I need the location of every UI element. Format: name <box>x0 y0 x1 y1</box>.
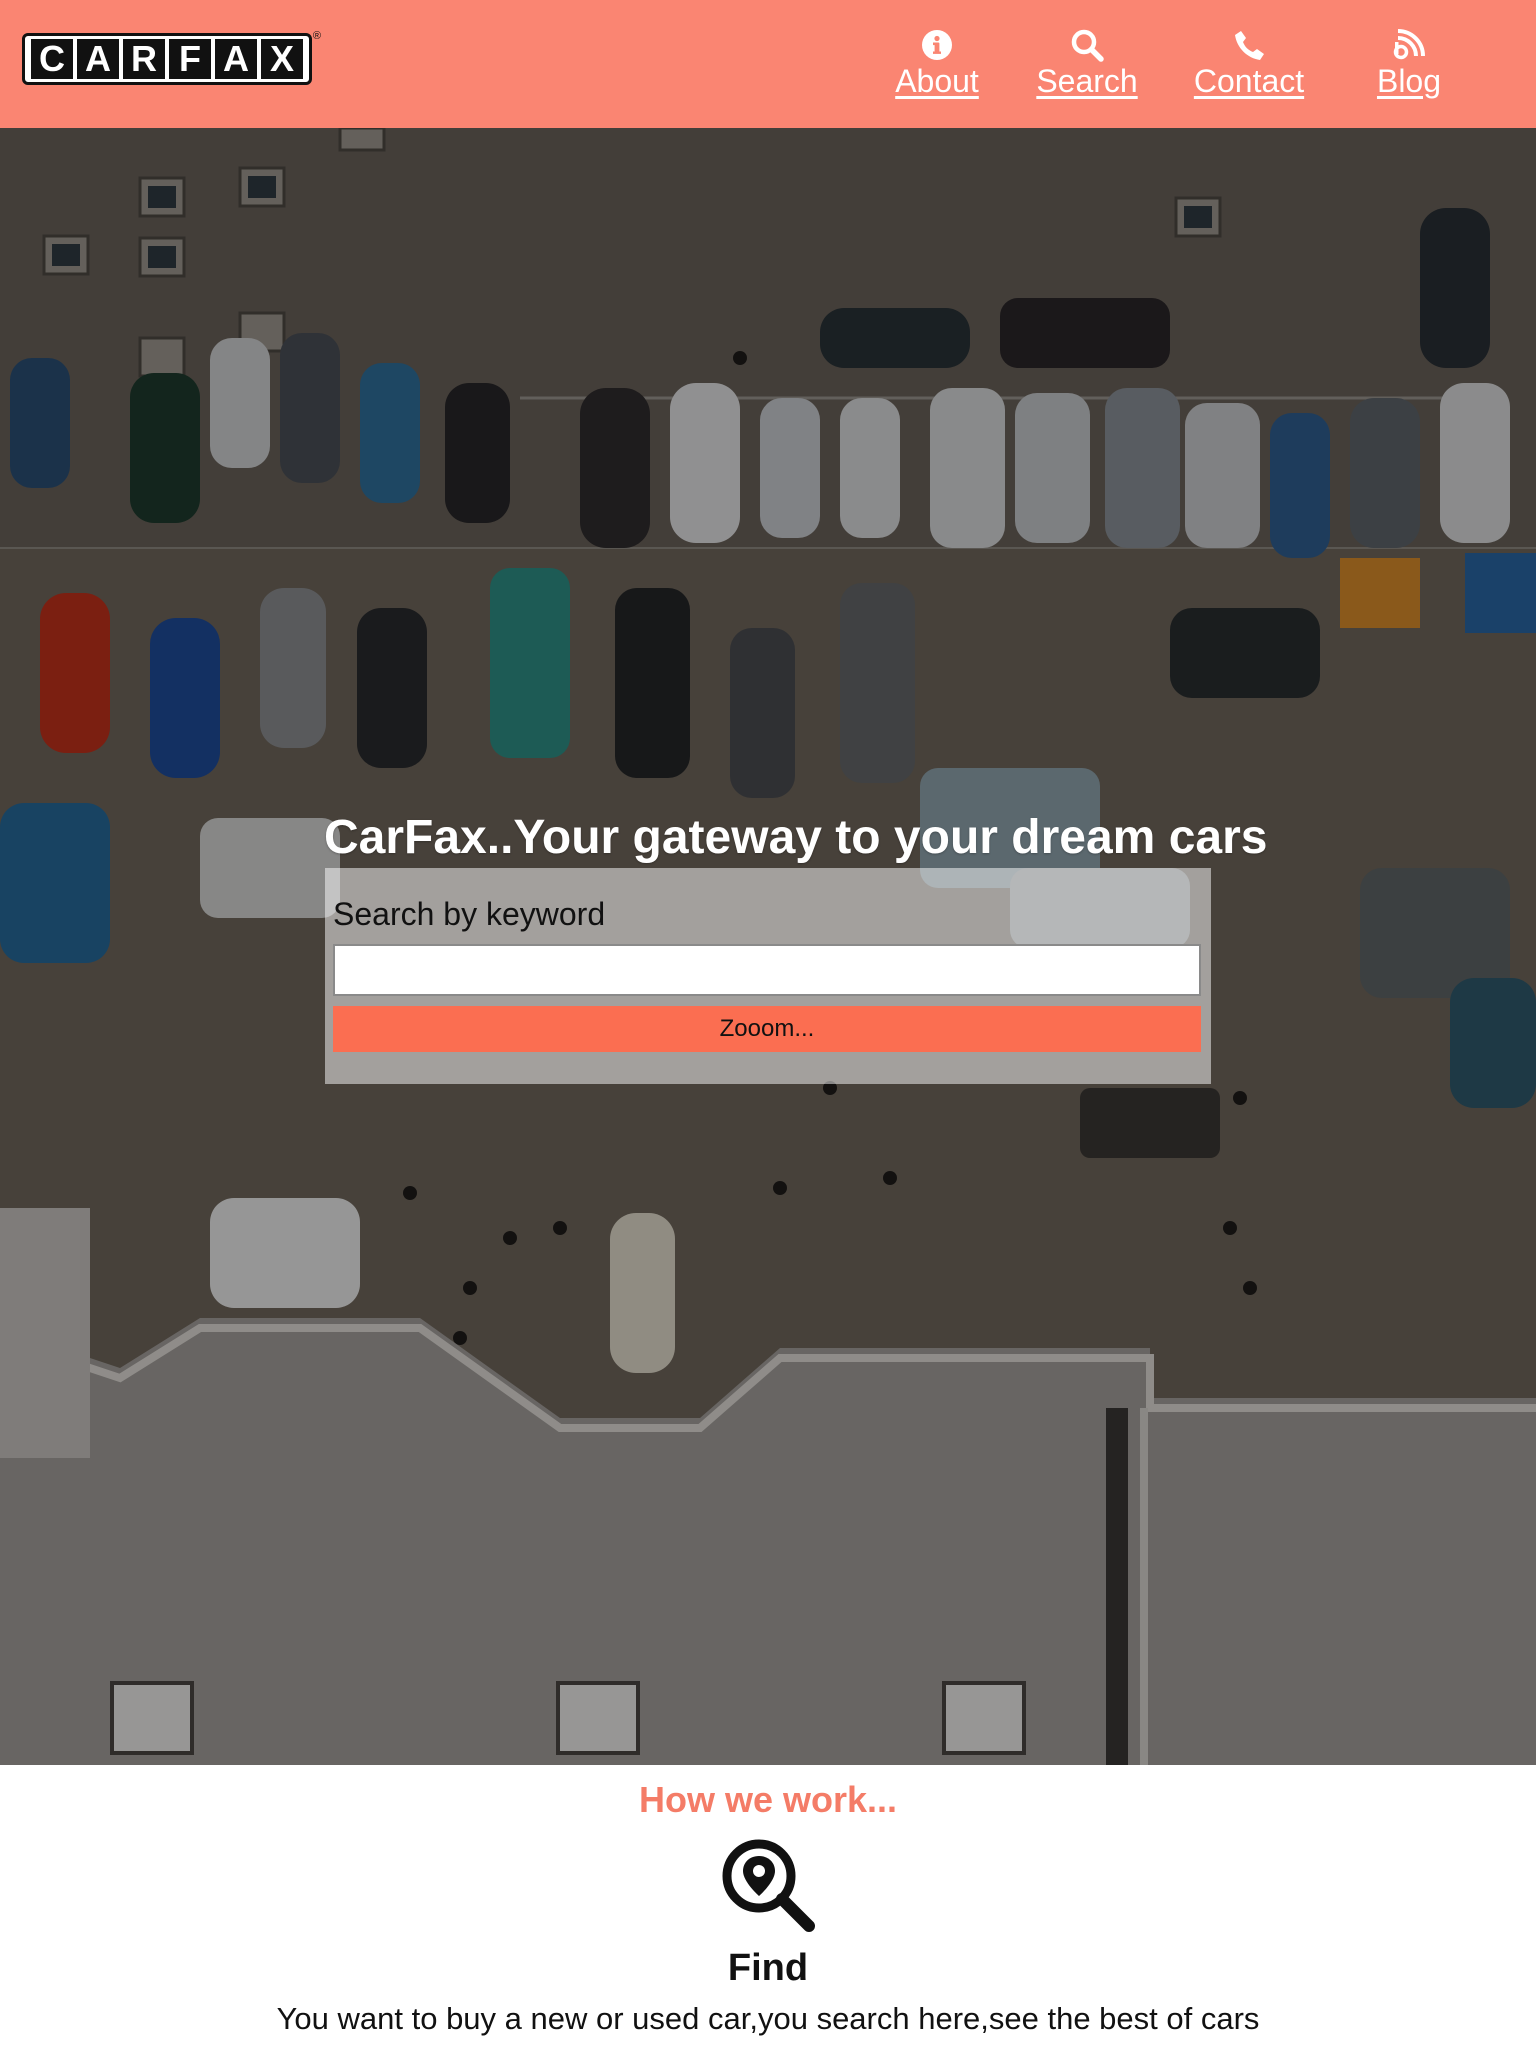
nav-contact-link[interactable]: Contact <box>1193 28 1305 100</box>
search-input[interactable] <box>333 944 1201 996</box>
rss-icon <box>1392 28 1426 62</box>
search-button[interactable]: Zooom... <box>333 1006 1201 1052</box>
nav-contact-label: Contact <box>1193 63 1305 99</box>
search-label: Search by keyword <box>333 896 606 932</box>
hero-title: CarFax..Your gateway to your dream cars <box>324 811 1268 864</box>
carfax-logo[interactable]: C A R F A X ® <box>22 30 321 85</box>
find-step-title: Find <box>727 1947 809 1989</box>
nav-search-label: Search <box>1036 63 1138 99</box>
search-icon <box>1070 28 1104 62</box>
registered-mark: ® <box>312 30 321 42</box>
site-header: C A R F A X ® About Search Contact Blog <box>0 0 1536 128</box>
info-circle-icon <box>920 28 954 62</box>
nav-about-label: About <box>895 63 979 99</box>
location-search-icon <box>719 1836 817 1934</box>
nav-blog-link[interactable]: Blog <box>1376 28 1442 100</box>
find-step-description: You want to buy a new or used car,you se… <box>276 2001 1260 2036</box>
logo-letter: C <box>31 39 73 79</box>
nav-search-link[interactable]: Search <box>1036 28 1138 100</box>
logo-letter: X <box>261 39 303 79</box>
how-we-work-title: How we work... <box>638 1779 898 1820</box>
nav-about-link[interactable]: About <box>893 28 981 100</box>
logo-letter: A <box>77 39 119 79</box>
nav-blog-label: Blog <box>1376 63 1442 99</box>
search-panel: Search by keyword Zooom... <box>325 868 1211 1084</box>
phone-icon <box>1232 28 1266 62</box>
hero-section: CarFax..Your gateway to your dream cars … <box>0 128 1536 1765</box>
logo-letter: A <box>215 39 257 79</box>
logo-letter: R <box>123 39 165 79</box>
logo-letter: F <box>169 39 211 79</box>
